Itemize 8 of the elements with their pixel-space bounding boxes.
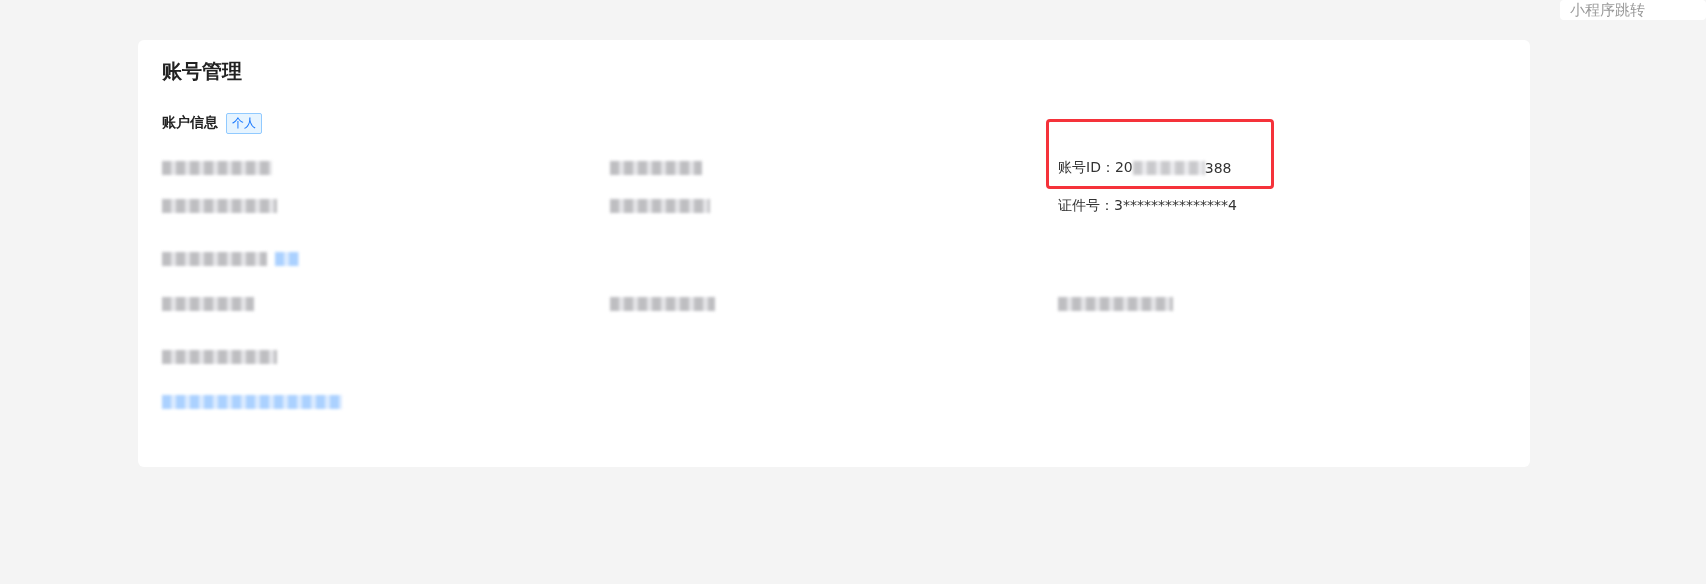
id-number-text: 证件号：3***************4 [1058, 197, 1237, 215]
account-type-tag: 个人 [226, 112, 262, 134]
redacted-link[interactable] [275, 252, 299, 266]
page-title: 账号管理 [162, 58, 243, 85]
account-id-suffix: 388 [1204, 160, 1232, 176]
mini-program-button[interactable]: 小程序跳转 [1560, 0, 1706, 20]
section-heading: 账户信息 [162, 114, 218, 132]
account-id-label: 账号ID：20 [1058, 159, 1133, 177]
